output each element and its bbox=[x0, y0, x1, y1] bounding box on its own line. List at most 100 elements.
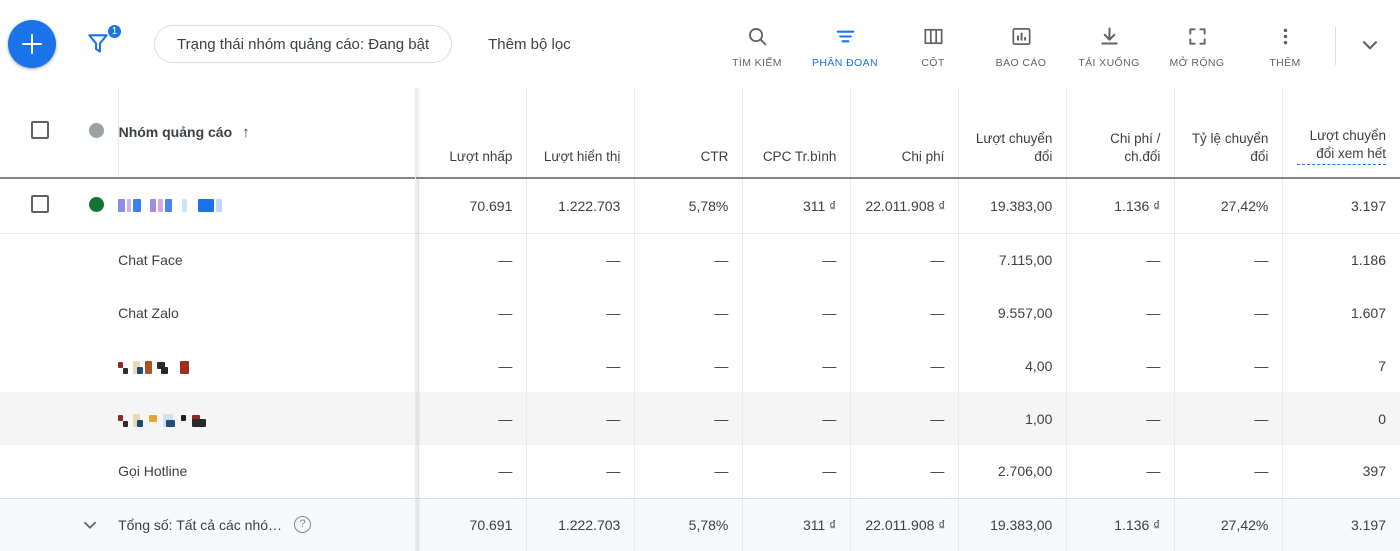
expand-icon bbox=[1186, 21, 1209, 51]
column-header-cost[interactable]: Chi phí bbox=[850, 88, 959, 178]
cell-clicks: — bbox=[418, 339, 527, 392]
total-conv-rate: 27,42% bbox=[1174, 497, 1283, 551]
cell-cost-per-conv: 1.136 ₫ bbox=[1066, 178, 1175, 234]
total-all-conv: 3.197 bbox=[1282, 497, 1400, 551]
select-all-header bbox=[0, 88, 63, 178]
collapse-toolbar-button[interactable] bbox=[1340, 23, 1400, 71]
total-label: Tổng số: Tất cả các nhó… bbox=[118, 516, 283, 533]
select-all-checkbox[interactable] bbox=[30, 121, 49, 140]
cell-all-conv: 1.607 bbox=[1282, 286, 1400, 339]
table-row[interactable]: Chat Face — — — — — 7.115,00 — — 1.186 bbox=[0, 233, 1400, 286]
chevron-down-icon bbox=[79, 515, 101, 531]
table-row[interactable]: — — — — — 4,00 — — 7 bbox=[0, 339, 1400, 392]
total-conversions: 19.383,00 bbox=[958, 497, 1067, 551]
column-header-all-conv[interactable]: Lượt chuyển đổi xem hết bbox=[1282, 88, 1400, 178]
cell-all-conv: 7 bbox=[1282, 339, 1400, 392]
table-header-row: Nhóm quảng cáo ↑ Lượt nhấp Lượt hiển thị… bbox=[0, 88, 1400, 178]
adgroup-name-cell[interactable] bbox=[118, 178, 419, 234]
row-status-cell bbox=[62, 392, 119, 445]
toolbar-item-more-label: THÊM bbox=[1269, 57, 1301, 69]
redacted-segment-name bbox=[118, 413, 208, 429]
adgroups-table-container: Nhóm quảng cáo ↑ Lượt nhấp Lượt hiển thị… bbox=[0, 88, 1400, 551]
total-clicks: 70.691 bbox=[418, 497, 527, 551]
segment-icon bbox=[834, 21, 857, 51]
total-impressions: 1.222.703 bbox=[526, 497, 635, 551]
expand-total-cell bbox=[0, 497, 63, 551]
column-header-conversions[interactable]: Lượt chuyển đổi bbox=[958, 88, 1067, 178]
row-checkbox-cell bbox=[0, 233, 63, 286]
table-row[interactable]: Chat Zalo — — — — — 9.557,00 — — 1.607 bbox=[0, 286, 1400, 339]
cell-conv-rate: — bbox=[1174, 445, 1283, 498]
cell-impressions: — bbox=[526, 286, 635, 339]
column-header-ctr[interactable]: CTR bbox=[634, 88, 743, 178]
column-header-clicks[interactable]: Lượt nhấp bbox=[418, 88, 527, 178]
toolbar-item-more[interactable]: THÊM bbox=[1241, 21, 1329, 69]
redacted-adgroup-name bbox=[118, 197, 224, 213]
table-row[interactable]: Gọi Hotline — — — — — 2.706,00 — — 397 bbox=[0, 445, 1400, 498]
column-header-conv-rate[interactable]: Tỷ lệ chuyển đổi bbox=[1174, 88, 1283, 178]
toolbar: 1 Trạng thái nhóm quảng cáo: Đang bật Th… bbox=[0, 0, 1400, 88]
table-body: 70.691 1.222.703 5,78% 311 ₫ 22.011.908 … bbox=[0, 178, 1400, 551]
help-circle-icon[interactable]: ? bbox=[294, 516, 312, 534]
segment-name-cell bbox=[118, 392, 419, 445]
sort-ascending-icon: ↑ bbox=[242, 124, 250, 141]
toolbar-item-search[interactable]: TÌM KIẾM bbox=[713, 21, 801, 69]
column-header-avg-cpc[interactable]: CPC Tr.bình bbox=[742, 88, 851, 178]
cell-conversions: 4,00 bbox=[958, 339, 1067, 392]
filter-button[interactable]: 1 bbox=[85, 25, 121, 61]
cell-avg-cpc: — bbox=[742, 339, 851, 392]
table-total-row[interactable]: Tổng số: Tất cả các nhó… ? 70.691 1.222.… bbox=[0, 497, 1400, 551]
column-header-name[interactable]: Nhóm quảng cáo ↑ bbox=[117, 88, 419, 178]
cell-impressions: — bbox=[526, 233, 635, 286]
cell-all-conv: 397 bbox=[1282, 445, 1400, 498]
row-checkbox-cell bbox=[0, 445, 63, 498]
filter-chip-adgroup-status[interactable]: Trạng thái nhóm quảng cáo: Đang bật bbox=[154, 25, 453, 63]
total-expand-toggle[interactable] bbox=[62, 497, 119, 551]
filter-chip-label: Trạng thái nhóm quảng cáo: Đang bật bbox=[177, 35, 430, 53]
cell-conv-rate: — bbox=[1174, 233, 1283, 286]
cell-cost-per-conv: — bbox=[1066, 339, 1175, 392]
toolbar-item-download[interactable]: TẢI XUỐNG bbox=[1065, 21, 1153, 69]
cell-avg-cpc: — bbox=[742, 445, 851, 498]
toolbar-item-expand[interactable]: MỞ RỘNG bbox=[1153, 21, 1241, 69]
row-checkbox[interactable] bbox=[30, 195, 49, 214]
add-button[interactable] bbox=[8, 20, 56, 68]
cell-conversions: 19.383,00 bbox=[958, 178, 1067, 234]
row-checkbox-cell bbox=[0, 286, 63, 339]
cell-ctr: — bbox=[634, 392, 743, 445]
column-header-cost-per-conv[interactable]: Chi phí / ch.đổi bbox=[1066, 88, 1175, 178]
add-filter-button[interactable]: Thêm bộ lọc bbox=[488, 36, 571, 53]
segment-name-cell: Chat Face bbox=[118, 251, 183, 268]
toolbar-item-search-label: TÌM KIẾM bbox=[732, 57, 782, 69]
total-label-cell: Tổng số: Tất cả các nhó… ? bbox=[118, 497, 419, 551]
column-header-impressions[interactable]: Lượt hiển thị bbox=[526, 88, 635, 178]
cell-ctr: — bbox=[634, 286, 743, 339]
toolbar-item-download-label: TẢI XUỐNG bbox=[1078, 57, 1140, 69]
segment-name-cell bbox=[118, 339, 419, 392]
row-status-cell bbox=[63, 339, 119, 392]
cell-cost-per-conv: — bbox=[1066, 286, 1175, 339]
cell-conv-rate: — bbox=[1174, 339, 1283, 392]
cell-conversions: 7.115,00 bbox=[958, 233, 1067, 286]
cell-all-conv: 1.186 bbox=[1282, 233, 1400, 286]
toolbar-item-segment[interactable]: PHÂN ĐOẠN bbox=[801, 21, 889, 69]
toolbar-item-columns[interactable]: CỘT bbox=[889, 21, 977, 69]
table-row[interactable]: 70.691 1.222.703 5,78% 311 ₫ 22.011.908 … bbox=[0, 178, 1400, 234]
toolbar-item-columns-label: CỘT bbox=[921, 57, 945, 69]
cell-cost: — bbox=[850, 339, 959, 392]
cell-cost: — bbox=[850, 233, 959, 286]
row-checkbox-cell bbox=[0, 178, 63, 234]
toolbar-item-reports[interactable]: BÁO CÁO bbox=[977, 21, 1065, 69]
cell-cost-per-conv: — bbox=[1066, 392, 1175, 445]
cell-clicks: — bbox=[418, 286, 527, 339]
status-dot-header-icon bbox=[88, 122, 104, 138]
cell-impressions: 1.222.703 bbox=[526, 178, 635, 234]
download-icon bbox=[1098, 21, 1121, 51]
total-ctr: 5,78% bbox=[634, 497, 743, 551]
row-status-cell bbox=[63, 233, 119, 286]
cell-ctr: 5,78% bbox=[634, 178, 743, 234]
cell-cost: — bbox=[850, 286, 959, 339]
table-row[interactable]: — — — — — 1,00 — — 0 bbox=[0, 392, 1400, 445]
toolbar-actions: TÌM KIẾM PHÂN ĐOẠN CỘT BÁO CÁO TẢI XUỐNG… bbox=[713, 13, 1400, 75]
add-filter-label: Thêm bộ lọc bbox=[488, 35, 571, 53]
